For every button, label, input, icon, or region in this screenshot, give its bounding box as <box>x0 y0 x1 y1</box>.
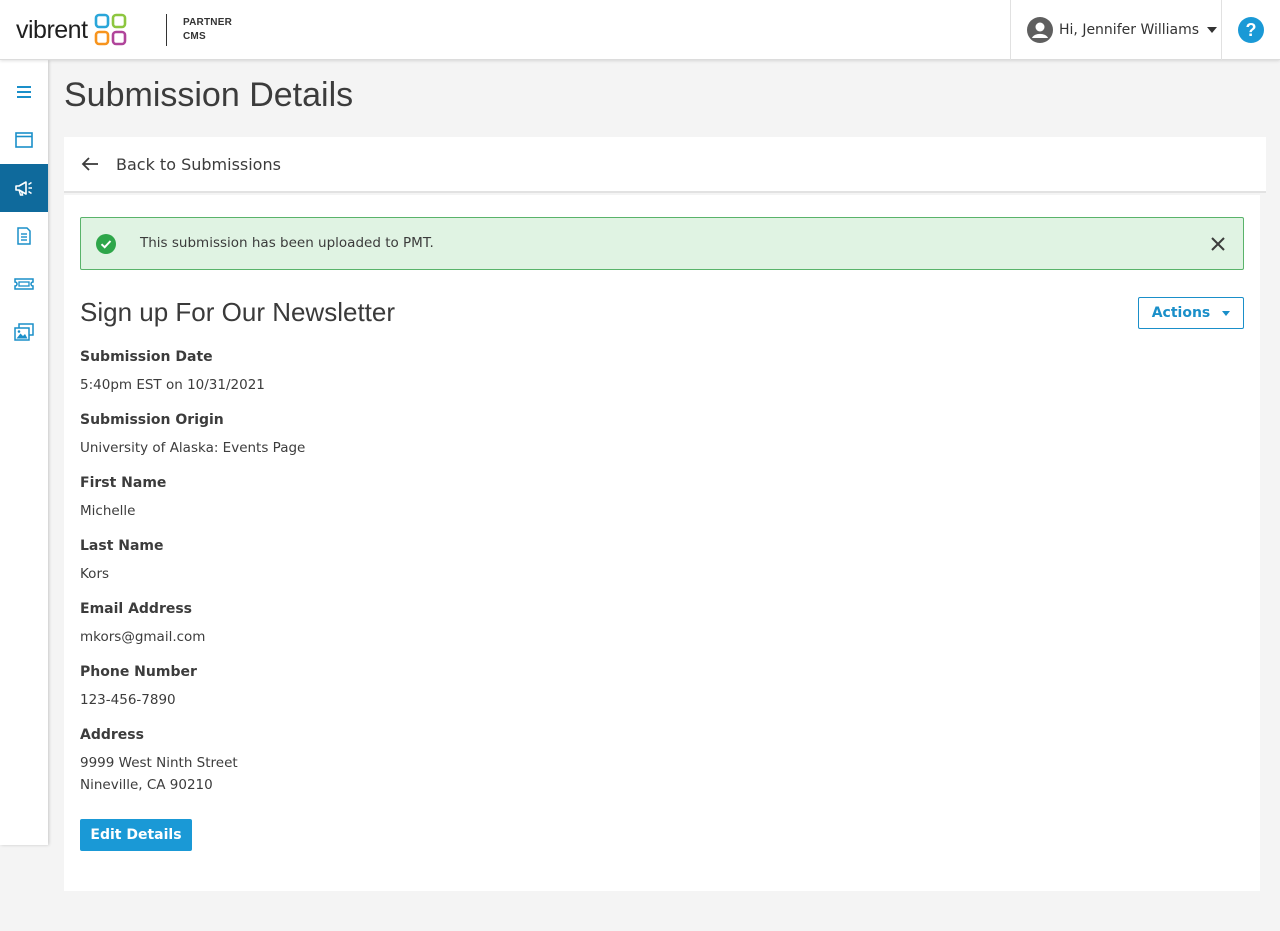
actions-label: Actions <box>1151 305 1211 321</box>
user-greeting: Hi, Jennifer Williams <box>1059 22 1200 38</box>
submission-card: This submission has been uploaded to PMT… <box>64 195 1260 891</box>
field-submission-origin: Submission Origin University of Alaska: … <box>80 410 305 459</box>
sidebar-item-pages[interactable] <box>0 116 48 164</box>
sidebar <box>0 60 48 845</box>
arrow-left-icon <box>81 157 98 171</box>
logo-divider <box>166 14 167 46</box>
field-value: Kors <box>80 566 110 582</box>
vibrent-logo[interactable]: vibrent <box>16 12 128 48</box>
logo-squares-icon <box>94 13 126 46</box>
menu-icon <box>17 86 31 98</box>
user-menu[interactable]: Hi, Jennifer Williams <box>1010 0 1222 60</box>
success-alert: This submission has been uploaded to PMT… <box>80 217 1244 270</box>
images-icon <box>14 323 34 341</box>
field-last-name: Last Name Kors <box>80 536 305 585</box>
help-button[interactable]: ? <box>1238 17 1264 43</box>
field-value: 5:40pm EST on 10/31/2021 <box>80 377 265 393</box>
field-first-name: First Name Michelle <box>80 473 305 522</box>
field-label: Phone Number <box>80 664 197 680</box>
back-link-label: Back to Submissions <box>116 154 281 174</box>
field-value-line2: Nineville, CA 90210 <box>80 777 213 793</box>
actions-dropdown-button[interactable]: Actions <box>1138 297 1244 329</box>
field-value: University of Alaska: Events Page <box>80 440 306 456</box>
user-avatar-icon <box>1027 17 1053 43</box>
chevron-down-icon <box>1207 27 1218 33</box>
megaphone-icon <box>15 181 32 196</box>
field-value: Michelle <box>80 503 136 519</box>
window-icon <box>15 132 33 148</box>
alert-message: This submission has been uploaded to PMT… <box>140 235 434 251</box>
edit-details-button[interactable]: Edit Details <box>80 819 192 851</box>
check-circle-icon <box>96 234 116 254</box>
logo-subtitle-line1: PARTNER <box>183 17 232 28</box>
document-icon <box>17 227 31 245</box>
field-label: Last Name <box>80 538 164 554</box>
field-label: Submission Date <box>80 349 213 365</box>
field-label: Email Address <box>80 601 193 617</box>
field-address: Address 9999 West Ninth Street Nineville… <box>80 725 305 796</box>
ticket-icon <box>14 278 34 290</box>
field-label: Submission Origin <box>80 412 224 428</box>
field-phone: Phone Number 123-456-7890 <box>80 662 305 711</box>
field-label: Address <box>80 727 144 743</box>
sidebar-item-media[interactable] <box>0 308 48 356</box>
top-bar: vibrent PARTNER CMS Hi, Jennifer William… <box>0 0 1280 60</box>
chevron-down-icon <box>1222 310 1231 316</box>
sidebar-item-events[interactable] <box>0 260 48 308</box>
sidebar-item-campaigns[interactable] <box>0 164 48 212</box>
logo-subtitle-line2: CMS <box>183 31 206 42</box>
field-label: First Name <box>80 475 167 491</box>
logo-subtitle: PARTNER CMS <box>183 16 232 44</box>
page-title: Submission Details <box>64 76 354 114</box>
sidebar-item-documents[interactable] <box>0 212 48 260</box>
field-value-line1: 9999 West Ninth Street <box>80 755 238 771</box>
field-submission-date: Submission Date 5:40pm EST on 10/31/2021 <box>80 347 305 396</box>
field-email: Email Address mkors@gmail.com <box>80 599 305 648</box>
back-to-submissions-link[interactable]: Back to Submissions <box>64 137 1266 193</box>
form-title: Sign up For Our Newsletter <box>80 297 396 327</box>
field-value: 123-456-7890 <box>80 692 176 708</box>
submission-fields: Submission Date 5:40pm EST on 10/31/2021… <box>80 347 305 810</box>
sidebar-item-menu[interactable] <box>0 68 48 116</box>
logo-wordmark: vibrent <box>16 15 88 44</box>
close-icon[interactable] <box>1209 235 1227 253</box>
field-value: mkors@gmail.com <box>80 629 206 645</box>
